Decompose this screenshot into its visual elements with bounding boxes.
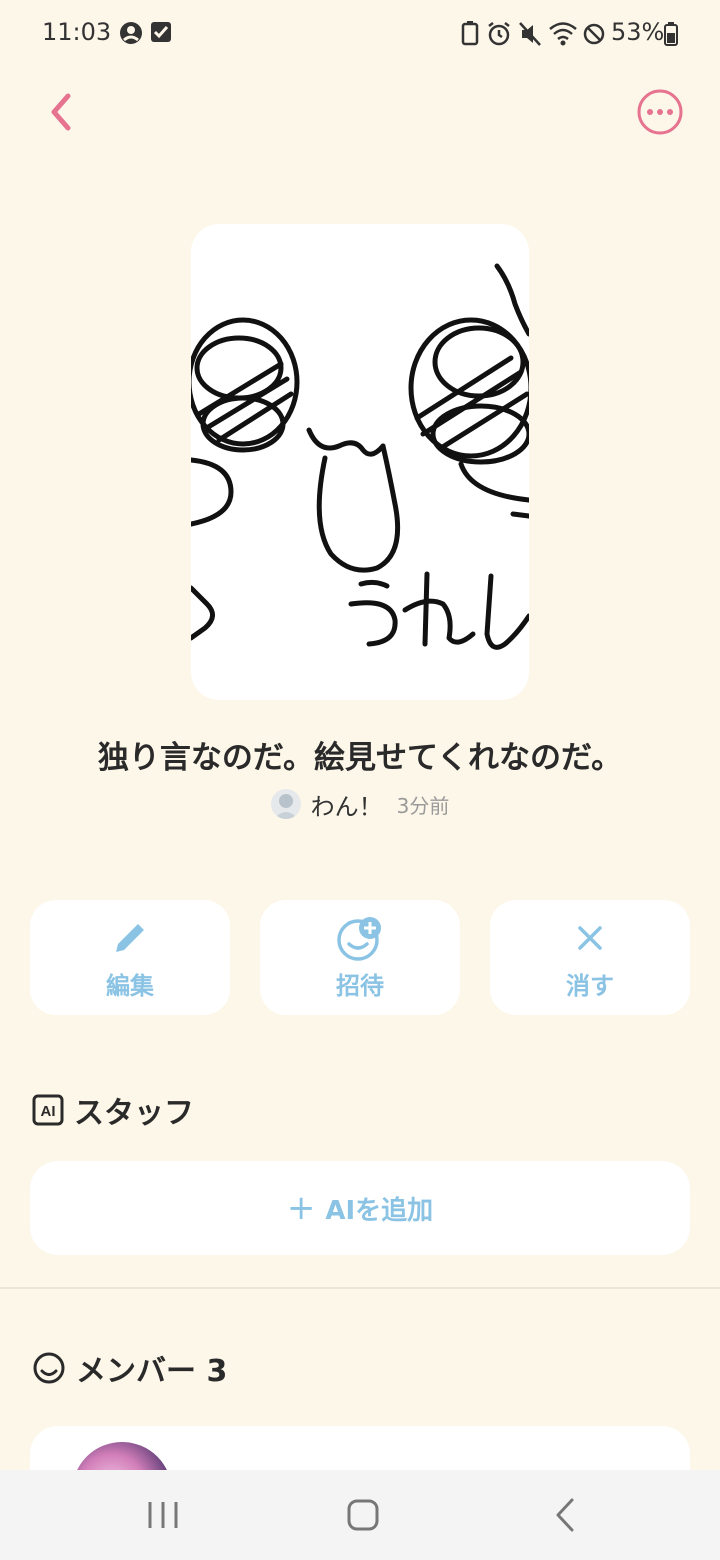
add-ai-button[interactable]: + AIを追加 xyxy=(30,1161,690,1255)
edit-label: 編集 xyxy=(106,972,154,1000)
alarm-icon xyxy=(488,22,510,46)
checkbox-icon xyxy=(151,22,171,42)
add-ai-label: AIを追加 xyxy=(325,1195,434,1226)
post-time: 3分前 xyxy=(396,793,450,818)
recent-apps-icon[interactable] xyxy=(138,1490,188,1540)
delete-label: 消す xyxy=(566,972,614,1000)
author-avatar xyxy=(270,789,301,819)
battery-percent: 53% xyxy=(611,18,665,46)
system-nav-bar xyxy=(0,1470,720,1560)
invite-button[interactable]: 招待 xyxy=(260,900,460,1015)
mute-icon xyxy=(519,22,541,46)
plus-icon: + xyxy=(286,1188,316,1228)
svg-text:AI: AI xyxy=(41,1103,56,1120)
delete-button[interactable]: 消す xyxy=(490,900,690,1015)
user-icon xyxy=(120,22,142,44)
post-drawing[interactable] xyxy=(191,224,529,700)
smile-icon xyxy=(33,1352,65,1384)
members-section-heading: メンバー 3 xyxy=(32,1348,228,1389)
battery-icon xyxy=(664,22,678,46)
members-heading: メンバー 3 xyxy=(76,1354,228,1389)
section-divider xyxy=(0,1287,720,1289)
staff-section-heading: AI スタッフ xyxy=(32,1090,194,1131)
author-row[interactable]: わん！ 3分前 xyxy=(0,786,720,822)
close-icon xyxy=(578,926,602,950)
wifi-icon xyxy=(549,22,577,46)
ai-badge-icon: AI xyxy=(32,1094,64,1126)
staff-heading: スタッフ xyxy=(74,1096,194,1131)
home-icon[interactable] xyxy=(338,1490,388,1540)
invite-label: 招待 xyxy=(336,972,384,1000)
add-friend-icon xyxy=(337,917,381,961)
do-not-disturb-icon xyxy=(583,23,605,45)
status-time: 11:03 xyxy=(42,18,112,46)
pencil-icon xyxy=(116,924,144,952)
drawing-sketch xyxy=(191,263,529,650)
edit-button[interactable]: 編集 xyxy=(30,900,230,1015)
status-bar: 11:03 53% xyxy=(0,0,720,70)
more-options-button[interactable] xyxy=(636,88,684,136)
system-back-icon[interactable] xyxy=(540,1490,590,1540)
back-button[interactable] xyxy=(38,88,86,136)
battery-saver-icon xyxy=(461,21,479,46)
author-name: わん！ xyxy=(310,792,383,821)
post-title: 独り言なのだ。絵見せてくれなのだ。 xyxy=(97,740,623,776)
